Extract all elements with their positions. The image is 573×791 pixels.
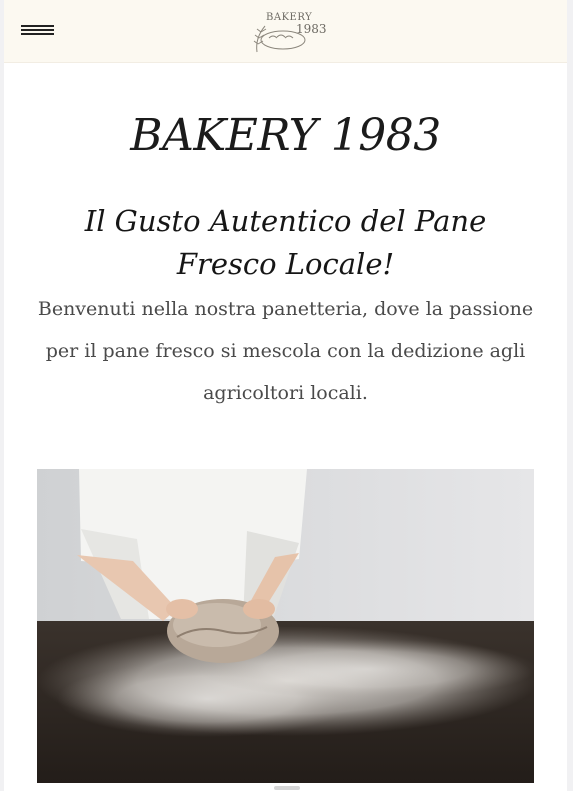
logo-year: 1983 (296, 22, 327, 36)
page-title: BAKERY 1983 (130, 110, 441, 161)
site-logo[interactable]: BAKERY 1983 (249, 8, 329, 56)
hamburger-icon[interactable] (21, 25, 54, 39)
scroll-indicator (274, 786, 300, 790)
intro-paragraph: Benvenuti nella nostra panetteria, dove … (37, 298, 534, 404)
hero-image (37, 469, 534, 783)
page-subtitle: Il Gusto Autentico del Pane Fresco Local… (84, 204, 487, 281)
site-header: BAKERY 1983 (4, 0, 567, 63)
page: BAKERY 1983 BAKERY 1983 Il Gusto Autenti… (4, 0, 567, 791)
